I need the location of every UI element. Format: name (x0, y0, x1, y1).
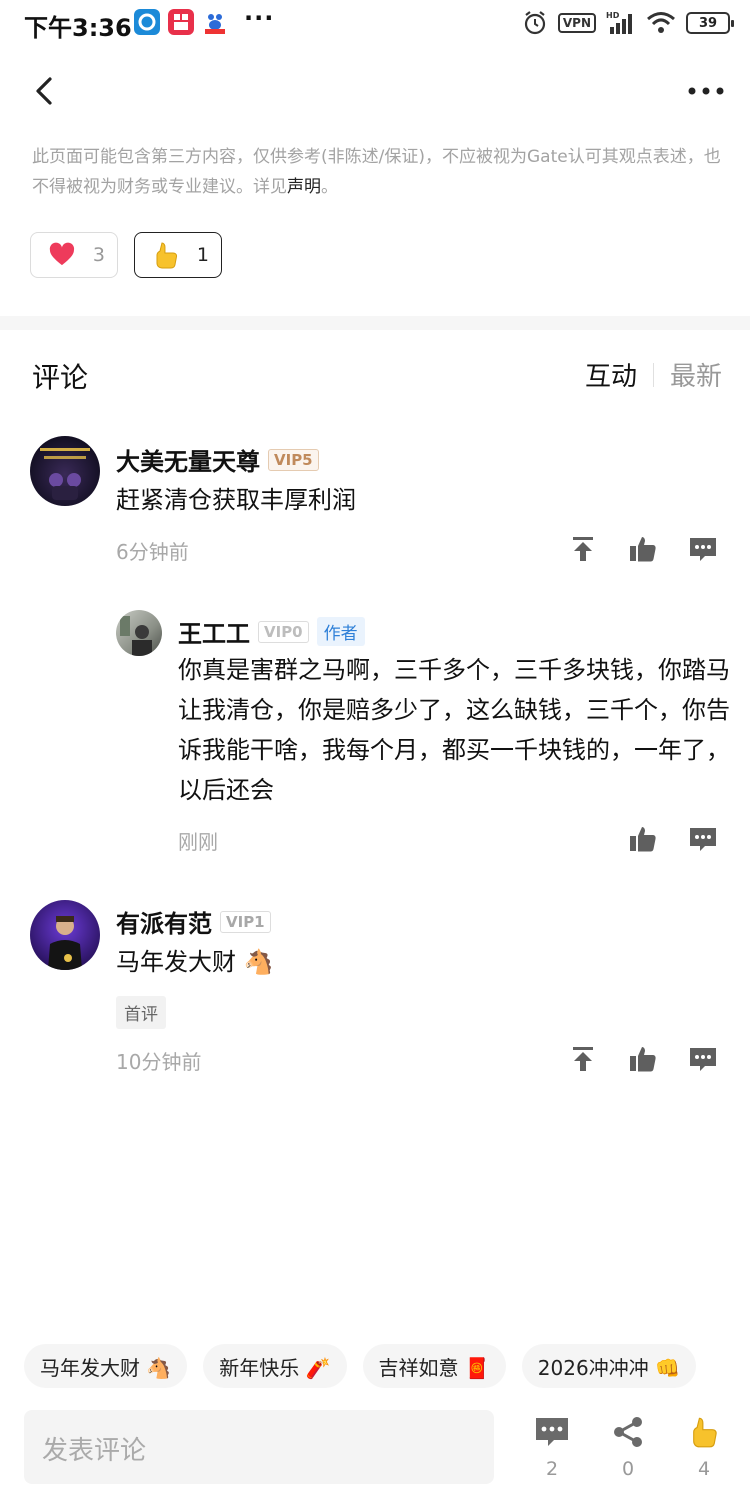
app-notification-icon-1 (134, 9, 160, 35)
app-notification-icon-2 (168, 9, 194, 35)
comment-count: 2 (545, 1458, 559, 1480)
comment-item: 大美无量天尊 VIP5 赶紧清仓获取丰厚利润 6分钟前 (0, 436, 750, 576)
signal-icon: HD (606, 11, 632, 34)
quick-reply-chip[interactable]: 吉祥如意 🧧 (362, 1344, 506, 1388)
battery-indicator: 39 (686, 12, 734, 34)
like-icon[interactable] (628, 534, 658, 564)
quick-reply-chip[interactable]: 马年发大财 🐴 (24, 1344, 188, 1388)
reply-comment-icon[interactable] (688, 1044, 718, 1074)
back-arrow-icon[interactable] (30, 74, 60, 108)
username[interactable]: 大美无量天尊 (116, 442, 260, 477)
author-badge: 作者 (316, 617, 365, 646)
tab-latest[interactable]: 最新 (670, 356, 722, 393)
comments-button[interactable]: 2 (530, 1416, 574, 1480)
reply-comment-icon[interactable] (688, 534, 718, 564)
comment-time: 刚刚 (178, 830, 218, 854)
username[interactable]: 王工工 (178, 614, 250, 649)
comment-text: 赶紧清仓获取丰厚利润 (116, 486, 356, 514)
pin-top-icon[interactable] (568, 534, 598, 564)
comments-title: 评论 (32, 361, 89, 394)
comment-time: 10分钟前 (116, 1050, 202, 1074)
status-bar: 下午3:36 ··· VPN HD 39 (0, 0, 750, 46)
quick-reply-chip[interactable]: 新年快乐 🧨 (203, 1344, 347, 1388)
status-time: 下午3:36 (24, 14, 132, 42)
disclaimer-link[interactable]: 声明 (287, 177, 321, 197)
avatar[interactable] (30, 436, 100, 506)
comment-text: 马年发大财 🐴 (116, 948, 274, 976)
more-notifications-icon: ··· (244, 4, 275, 32)
share-icon (614, 1417, 642, 1447)
vip-badge: VIP5 (268, 448, 319, 471)
avatar[interactable] (116, 610, 162, 656)
comment-item: 有派有范 VIP1 马年发大财 🐴 首评 10分钟前 (0, 898, 750, 1078)
like-icon[interactable] (628, 824, 658, 854)
like-button[interactable]: 4 (682, 1416, 726, 1480)
section-divider (0, 316, 750, 330)
thumbs-up-count: 1 (196, 244, 209, 266)
heart-icon (49, 242, 75, 266)
avatar[interactable] (30, 900, 100, 970)
tab-separator (652, 362, 654, 387)
comment-time: 6分钟前 (116, 540, 189, 564)
comment-input[interactable]: 发表评论 (24, 1410, 494, 1484)
disclaimer-text: 此页面可能包含第三方内容，仅供参考(非陈述/保证)，不应被视为Gate认可其观点… (32, 147, 721, 197)
quick-reply-chips: 马年发大财 🐴 新年快乐 🧨 吉祥如意 🧧 2026冲冲冲 👊 (24, 1344, 750, 1388)
wifi-icon (647, 12, 675, 33)
comments-header: 评论 互动 最新 (32, 356, 722, 396)
more-options-icon[interactable] (686, 74, 726, 108)
comment-text: 你真是害群之马啊，三千多个，三千多块钱，你踏马让我清仓，你是赔多少了，这么缺钱，… (178, 656, 730, 804)
reply-comment-icon[interactable] (688, 824, 718, 854)
heart-count: 3 (92, 244, 105, 266)
reaction-bar: 3 1 (30, 232, 222, 278)
pin-top-icon[interactable] (568, 1044, 598, 1074)
thumbs-up-emoji-icon (156, 242, 178, 269)
username[interactable]: 有派有范 (116, 904, 212, 939)
comment-icon (536, 1418, 568, 1446)
like-icon[interactable] (628, 1044, 658, 1074)
vip-badge: VIP1 (220, 910, 271, 933)
app-notification-icon-3 (202, 9, 228, 35)
bottom-action-bar: 发表评论 2 0 4 (0, 1408, 750, 1500)
top-nav (0, 56, 750, 126)
comment-sort-tabs: 互动 最新 (585, 356, 722, 393)
vip-badge: VIP0 (258, 620, 309, 643)
first-comment-tag: 首评 (116, 996, 166, 1029)
vpn-badge: VPN (557, 13, 596, 33)
alarm-icon (524, 11, 545, 35)
quick-reply-chip[interactable]: 2026冲冲冲 👊 (521, 1344, 696, 1388)
like-count: 4 (697, 1458, 711, 1480)
heart-reaction-button[interactable]: 3 (30, 232, 118, 278)
reply-item: 王工工 VIP0 作者 你真是害群之马啊，三千多个，三千多块钱，你踏马让我清仓，… (0, 608, 750, 858)
share-button[interactable]: 0 (606, 1416, 650, 1480)
tab-interactive[interactable]: 互动 (585, 356, 637, 393)
thumbs-up-emoji-icon (693, 1417, 717, 1448)
thumbs-up-reaction-button[interactable]: 1 (134, 232, 222, 278)
svg-text:HD: HD (606, 11, 620, 20)
share-count: 0 (621, 1458, 635, 1480)
